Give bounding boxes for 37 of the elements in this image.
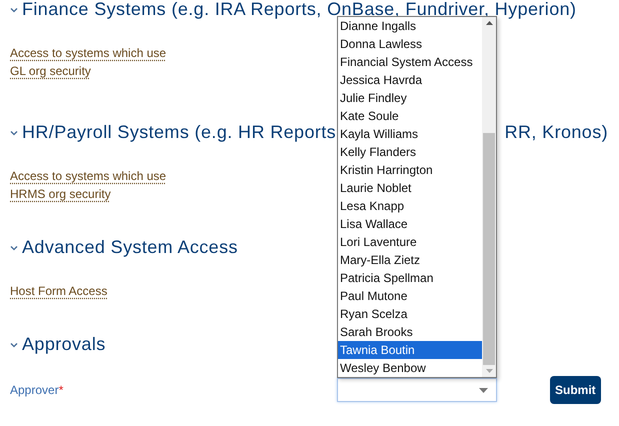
chevron-icon[interactable] bbox=[10, 130, 18, 136]
dropdown-option[interactable]: Donna Lawless bbox=[338, 35, 482, 53]
chevron-icon[interactable] bbox=[10, 7, 18, 13]
info-link[interactable]: Access to systems which use GL org security bbox=[10, 44, 180, 80]
scrollbar[interactable] bbox=[482, 17, 496, 377]
info-link[interactable]: Host Form Access bbox=[10, 282, 108, 300]
dropdown-option[interactable]: Kayla Williams bbox=[338, 125, 482, 143]
chevron-icon[interactable] bbox=[10, 342, 18, 348]
dropdown-option[interactable]: Laurie Noblet bbox=[338, 179, 482, 197]
approver-select[interactable] bbox=[337, 378, 497, 402]
dropdown-option[interactable]: Lisa Wallace bbox=[338, 215, 482, 233]
chevron-icon[interactable] bbox=[10, 245, 18, 251]
dropdown-option[interactable]: Julie Findley bbox=[338, 89, 482, 107]
dropdown-option[interactable]: Kelly Flanders bbox=[338, 143, 482, 161]
section-heading: Advanced System Access bbox=[22, 236, 238, 259]
dropdown-option[interactable]: Ryan Scelza bbox=[338, 305, 482, 323]
dropdown-option[interactable]: Patricia Spellman bbox=[338, 269, 482, 287]
info-link[interactable]: Access to systems which use HRMS org security bbox=[10, 167, 180, 203]
dropdown-option[interactable]: Lesa Knapp bbox=[338, 197, 482, 215]
required-mark: * bbox=[58, 383, 64, 397]
dropdown-option[interactable]: Kristin Harrington bbox=[338, 161, 482, 179]
dropdown-option[interactable]: Mary-Ella Zietz bbox=[338, 251, 482, 269]
dropdown-arrow-icon bbox=[479, 388, 488, 392]
dropdown-option[interactable]: Paul Mutone bbox=[338, 287, 482, 305]
dropdown-option[interactable]: Kate Soule bbox=[338, 107, 482, 125]
dropdown-option[interactable]: Tawnia Boutin bbox=[338, 341, 482, 359]
dropdown-option[interactable]: Financial System Access bbox=[338, 53, 482, 71]
scroll-up-icon[interactable] bbox=[486, 21, 492, 25]
section-heading: RR, Kronos) bbox=[504, 121, 608, 144]
dropdown-option[interactable]: Jessica Havrda bbox=[338, 71, 482, 89]
section-heading: Approvals bbox=[22, 333, 106, 356]
submit-button[interactable]: Submit bbox=[550, 376, 601, 404]
approver-label: Approver bbox=[10, 383, 59, 397]
section-heading: HR/Payroll Systems (e.g. HR Reports bbox=[22, 121, 336, 144]
dropdown-option[interactable]: Lori Laventure bbox=[338, 233, 482, 251]
dropdown-option[interactable]: Wesley Benbow bbox=[338, 359, 482, 377]
dropdown-option[interactable]: Sarah Brooks bbox=[338, 323, 482, 341]
